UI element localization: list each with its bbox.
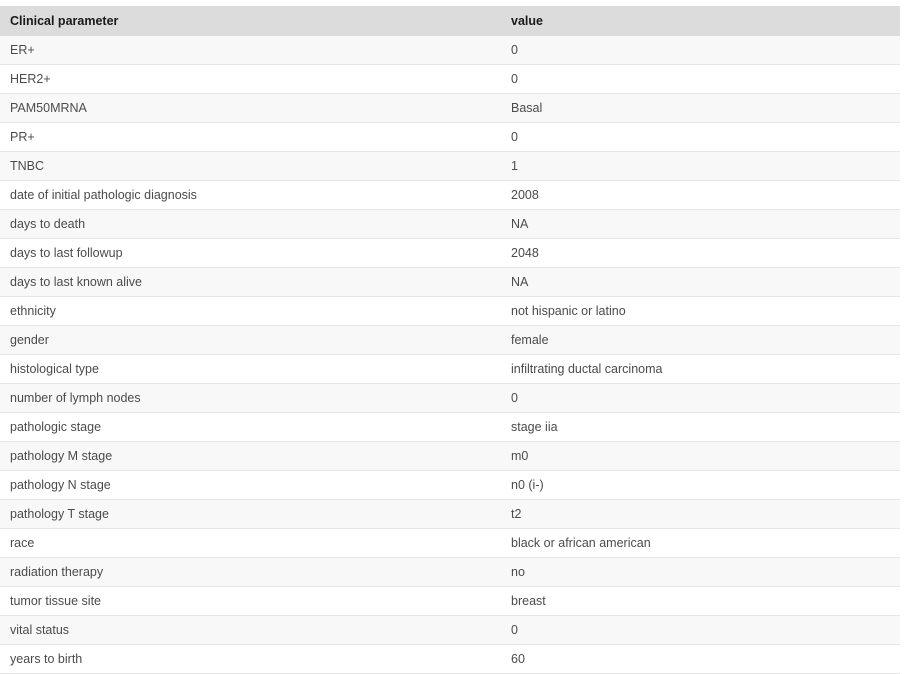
table-row: number of lymph nodes 0 — [0, 383, 900, 413]
cell-value: infiltrating ductal carcinoma — [500, 354, 900, 384]
table-row: vital status 0 — [0, 615, 900, 645]
cell-clinical-parameter: days to last followup — [0, 238, 500, 268]
cell-clinical-parameter: days to death — [0, 209, 500, 239]
table-row: TNBC 1 — [0, 151, 900, 181]
cell-clinical-parameter: race — [0, 528, 500, 558]
cell-value: black or african american — [500, 528, 900, 558]
cell-clinical-parameter: pathologic stage — [0, 412, 500, 442]
cell-clinical-parameter: pathology M stage — [0, 441, 500, 471]
cell-clinical-parameter: ER+ — [0, 36, 500, 65]
cell-clinical-parameter: histological type — [0, 354, 500, 384]
cell-clinical-parameter: vital status — [0, 615, 500, 645]
cell-clinical-parameter: radiation therapy — [0, 557, 500, 587]
table-row: days to last followup 2048 — [0, 238, 900, 268]
cell-clinical-parameter: days to last known alive — [0, 267, 500, 297]
cell-value: n0 (i-) — [500, 470, 900, 500]
cell-value: 0 — [500, 122, 900, 152]
table-row: pathologic stage stage iia — [0, 412, 900, 442]
clinical-parameters-table: Clinical parameter value ER+ 0 HER2+ 0 PAM50… — [0, 6, 900, 674]
cell-value: 2008 — [500, 180, 900, 210]
table-row: tumor tissue site breast — [0, 586, 900, 616]
cell-value: 1 — [500, 151, 900, 181]
table-row: days to death NA — [0, 209, 900, 239]
cell-value: not hispanic or latino — [500, 296, 900, 326]
table-row: PAM50MRNA Basal — [0, 93, 900, 123]
table-row: pathology M stage m0 — [0, 441, 900, 471]
cell-clinical-parameter: TNBC — [0, 151, 500, 181]
cell-clinical-parameter: PAM50MRNA — [0, 93, 500, 123]
table-header-row: Clinical parameter value — [0, 6, 900, 36]
cell-clinical-parameter: HER2+ — [0, 64, 500, 94]
cell-value: NA — [500, 209, 900, 239]
cell-value: t2 — [500, 499, 900, 529]
table-row: date of initial pathologic diagnosis 2008 — [0, 180, 900, 210]
cell-value: NA — [500, 267, 900, 297]
table-row: pathology T stage t2 — [0, 499, 900, 529]
table-row: radiation therapy no — [0, 557, 900, 587]
cell-clinical-parameter: years to birth — [0, 644, 500, 674]
cell-clinical-parameter: number of lymph nodes — [0, 383, 500, 413]
cell-value: Basal — [500, 93, 900, 123]
cell-value: breast — [500, 586, 900, 616]
cell-value: 0 — [500, 36, 900, 65]
table-row: pathology N stage n0 (i-) — [0, 470, 900, 500]
cell-clinical-parameter: pathology N stage — [0, 470, 500, 500]
cell-value: 0 — [500, 64, 900, 94]
table-header: Clinical parameter value — [0, 6, 900, 36]
cell-value: m0 — [500, 441, 900, 471]
table-row: gender female — [0, 325, 900, 355]
table-row: PR+ 0 — [0, 122, 900, 152]
cell-clinical-parameter: ethnicity — [0, 296, 500, 326]
table-row: HER2+ 0 — [0, 64, 900, 94]
table-row: race black or african american — [0, 528, 900, 558]
cell-clinical-parameter: date of initial pathologic diagnosis — [0, 180, 500, 210]
table-row: ethnicity not hispanic or latino — [0, 296, 900, 326]
cell-clinical-parameter: tumor tissue site — [0, 586, 500, 616]
table-row: years to birth 60 — [0, 644, 900, 674]
cell-value: 60 — [500, 644, 900, 674]
cell-clinical-parameter: gender — [0, 325, 500, 355]
clinical-parameters-panel: Clinical parameter value ER+ 0 HER2+ 0 PAM50… — [0, 0, 908, 674]
cell-clinical-parameter: PR+ — [0, 122, 500, 152]
cell-value: female — [500, 325, 900, 355]
column-header-value[interactable]: value — [500, 6, 900, 36]
table-row: histological type infiltrating ductal car… — [0, 354, 900, 384]
table-body: ER+ 0 HER2+ 0 PAM50MRNA Basal PR+ 0 TNBC 1 date of… — [0, 36, 900, 674]
cell-value: stage iia — [500, 412, 900, 442]
cell-value: 2048 — [500, 238, 900, 268]
table-row: days to last known alive NA — [0, 267, 900, 297]
table-row: ER+ 0 — [0, 36, 900, 65]
cell-clinical-parameter: pathology T stage — [0, 499, 500, 529]
cell-value: 0 — [500, 615, 900, 645]
cell-value: 0 — [500, 383, 900, 413]
column-header-clinical-parameter[interactable]: Clinical parameter — [0, 6, 500, 36]
cell-value: no — [500, 557, 900, 587]
